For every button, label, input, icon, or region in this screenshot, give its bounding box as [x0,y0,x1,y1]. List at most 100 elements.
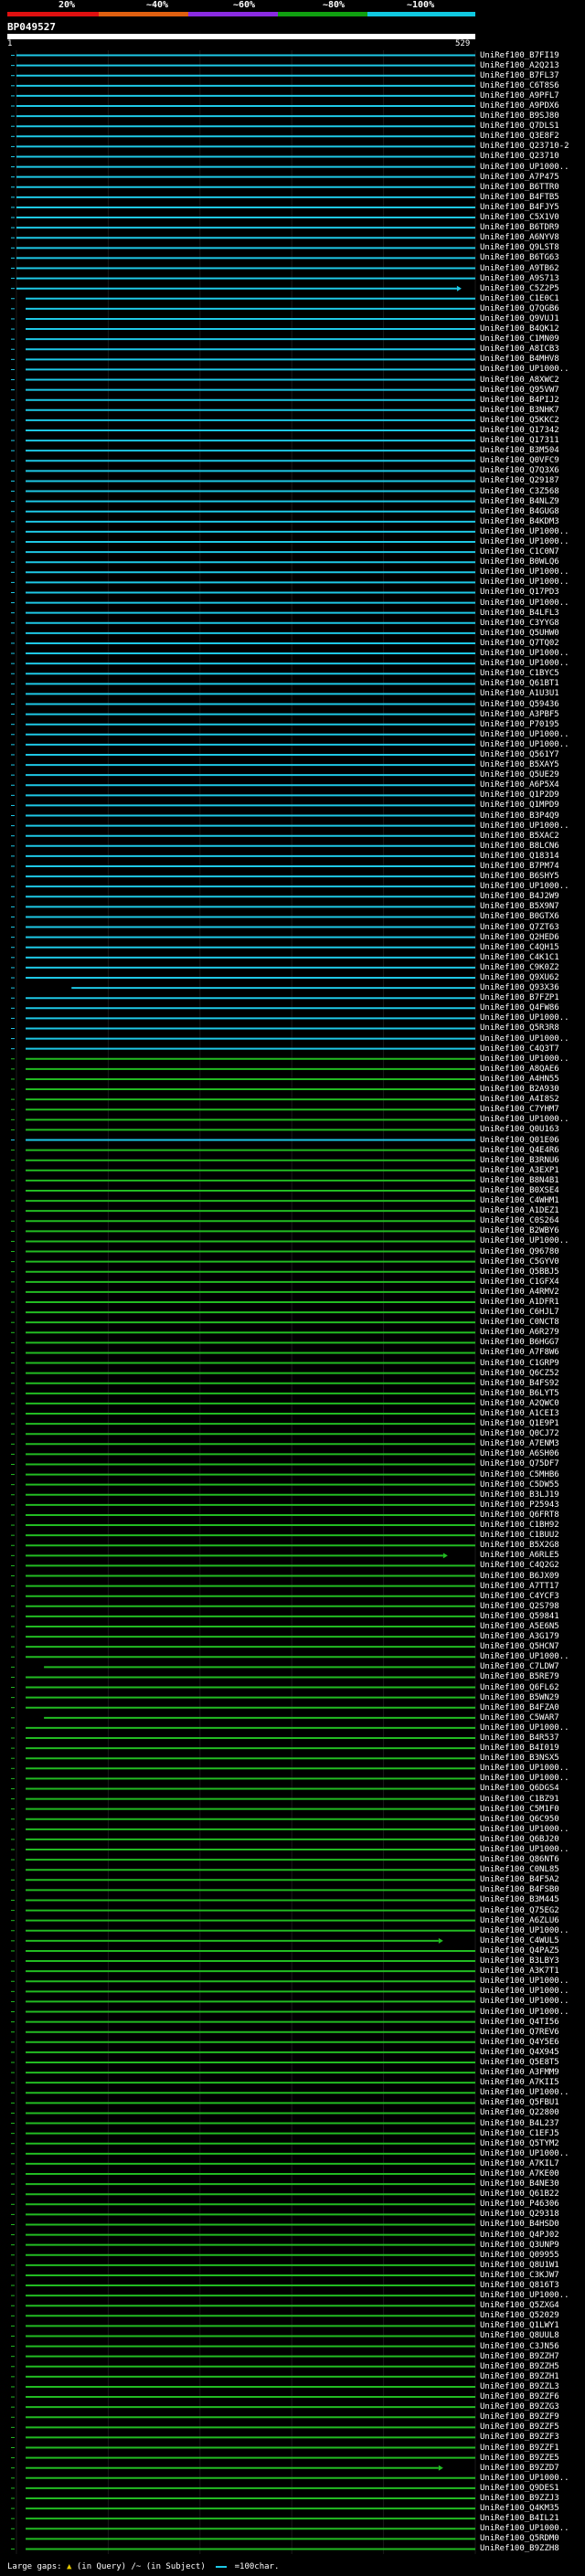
hit-label-link[interactable]: UniRef100_B6JX09 [480,1572,559,1581]
hit-label-link[interactable]: UniRef100_B5XAC2 [480,832,559,841]
hit-label-link[interactable]: UniRef100_A1U3U1 [480,689,559,698]
hit-label-link[interactable]: UniRef100_C4Q2G2 [480,1561,559,1570]
hit-label-link[interactable]: UniRef100_B7FI19 [480,51,559,60]
hit-label-link[interactable]: UniRef100_B9ZZF9 [480,2412,559,2422]
hit-label-link[interactable]: UniRef100_C4YCF3 [480,1592,559,1601]
hit-label-link[interactable]: UniRef100_Q2HED6 [480,933,559,942]
hit-label-link[interactable]: UniRef100_B4R537 [480,1733,559,1743]
hit-label-link[interactable]: UniRef100_C9K0Z2 [480,963,559,972]
hit-label-link[interactable]: UniRef100_B4HSD0 [480,2220,559,2229]
hit-label-link[interactable]: UniRef100_C5WAR7 [480,1713,559,1723]
hit-label-link[interactable]: UniRef100_UP1000.. [480,2008,569,2017]
hit-label-link[interactable]: UniRef100_UP1000.. [480,1987,569,1996]
hit-label-link[interactable]: UniRef100_B9ZZG3 [480,2402,559,2412]
hit-label-link[interactable]: UniRef100_B9ZZJ3 [480,2494,559,2503]
hit-label-link[interactable]: UniRef100_A8XWC2 [480,376,559,385]
hit-label-link[interactable]: UniRef100_UP1000.. [480,1723,569,1733]
hit-label-link[interactable]: UniRef100_Q5KKC2 [480,416,559,425]
hit-label-link[interactable]: UniRef100_UP1000.. [480,740,569,749]
hit-label-link[interactable]: UniRef100_A9S713 [480,274,559,283]
hit-label-link[interactable]: UniRef100_A7KII5 [480,2078,559,2087]
hit-label-link[interactable]: UniRef100_C1MN09 [480,334,559,344]
hit-label-link[interactable]: UniRef100_B4NLZ9 [480,497,559,506]
hit-label-link[interactable]: UniRef100_Q4Y5E6 [480,2038,559,2047]
hit-label-link[interactable]: UniRef100_Q7ZT63 [480,923,559,932]
hit-label-link[interactable]: UniRef100_Q0CJ72 [480,1429,559,1438]
hit-label-link[interactable]: UniRef100_P70195 [480,720,559,729]
hit-label-link[interactable]: UniRef100_Q1LWY1 [480,2321,559,2330]
hit-label-link[interactable]: UniRef100_B6SHY5 [480,872,559,881]
hit-label-link[interactable]: UniRef100_Q23710-2 [480,142,569,151]
hit-label-link[interactable]: UniRef100_Q09955 [480,2251,559,2260]
hit-label-link[interactable]: UniRef100_UP1000.. [480,1774,569,1783]
hit-label-link[interactable]: UniRef100_UP1000.. [480,2474,569,2483]
hit-label-link[interactable]: UniRef100_B4FS92 [480,1379,559,1388]
hit-label-link[interactable]: UniRef100_Q5E8T5 [480,2058,559,2067]
hit-label-link[interactable]: UniRef100_Q6C950 [480,1815,559,1824]
hit-label-link[interactable]: UniRef100_Q8UUL8 [480,2331,559,2340]
hit-label-link[interactable]: UniRef100_Q6BJ20 [480,1835,559,1844]
hit-label-link[interactable]: UniRef100_C0NL85 [480,1865,559,1874]
hit-label-link[interactable]: UniRef100_C5GYV0 [480,1257,559,1267]
hit-label-link[interactable]: UniRef100_C1GFX4 [480,1277,559,1287]
hit-label-link[interactable]: UniRef100_Q75DF7 [480,1459,559,1468]
hit-label-link[interactable]: UniRef100_Q4PJ02 [480,2231,559,2240]
hit-label-link[interactable]: UniRef100_A6P5X4 [480,780,559,790]
hit-label-link[interactable]: UniRef100_B5X9N7 [480,902,559,911]
hit-label-link[interactable]: UniRef100_Q9XU62 [480,973,559,982]
hit-label-link[interactable]: UniRef100_Q1E9P1 [480,1419,559,1428]
hit-label-link[interactable]: UniRef100_B3LBY3 [480,1956,559,1966]
hit-label-link[interactable]: UniRef100_A4HN55 [480,1075,559,1084]
hit-label-link[interactable]: UniRef100_A9PFL7 [480,91,559,101]
hit-label-link[interactable]: UniRef100_B4MHV8 [480,355,559,364]
hit-label-link[interactable]: UniRef100_B9ZZH5 [480,2362,559,2371]
hit-label-link[interactable]: UniRef100_Q7QGB6 [480,304,559,313]
hit-label-link[interactable]: UniRef100_B4L237 [480,2119,559,2128]
hit-label-link[interactable]: UniRef100_Q93X36 [480,983,559,992]
hit-label-link[interactable]: UniRef100_UP1000.. [480,1845,569,1854]
hit-label-link[interactable]: UniRef100_B5RE79 [480,1672,559,1681]
hit-label-link[interactable]: UniRef100_B4J2W9 [480,892,559,901]
hit-label-link[interactable]: UniRef100_C1BZ91 [480,1795,559,1804]
hit-label-link[interactable]: UniRef100_B4IL21 [480,2514,559,2523]
hit-label-link[interactable]: UniRef100_B7FZP1 [480,993,559,1002]
hit-label-link[interactable]: UniRef100_Q23710 [480,152,559,161]
hit-label-link[interactable]: UniRef100_Q17311 [480,436,559,445]
hit-label-link[interactable]: UniRef100_A1DEZ1 [480,1206,559,1215]
hit-label-link[interactable]: UniRef100_B3P4Q9 [480,811,559,821]
hit-label-link[interactable]: UniRef100_B3NSX5 [480,1754,559,1763]
hit-label-link[interactable]: UniRef100_C5M1F0 [480,1805,559,1814]
hit-label-link[interactable]: UniRef100_Q9VUJ1 [480,314,559,323]
hit-label-link[interactable]: UniRef100_C4WHM1 [480,1196,559,1205]
hit-label-link[interactable]: UniRef100_C4Q3T7 [480,1044,559,1054]
hit-label-link[interactable]: UniRef100_A5E6N5 [480,1622,559,1631]
hit-label-link[interactable]: UniRef100_C4K1C1 [480,953,559,962]
hit-label-link[interactable]: UniRef100_A8QAE6 [480,1065,559,1074]
hit-label-link[interactable]: UniRef100_UP1000.. [480,163,569,172]
hit-label-link[interactable]: UniRef100_A7TT17 [480,1582,559,1591]
hit-label-link[interactable]: UniRef100_UP1000.. [480,527,569,536]
hit-label-link[interactable]: UniRef100_C1BH92 [480,1521,559,1530]
hit-label-link[interactable]: UniRef100_Q9DES1 [480,2484,559,2493]
hit-label-link[interactable]: UniRef100_B6TTR0 [480,183,559,192]
hit-label-link[interactable]: UniRef100_B6LYT5 [480,1389,559,1398]
hit-label-link[interactable]: UniRef100_C1C0N7 [480,547,559,557]
hit-label-link[interactable]: UniRef100_UP1000.. [480,882,569,891]
hit-label-link[interactable]: UniRef100_B4F5A2 [480,1875,559,1884]
hit-label-link[interactable]: UniRef100_Q7Q3X6 [480,466,559,475]
hit-label-link[interactable]: UniRef100_Q561Y7 [480,750,559,759]
hit-label-link[interactable]: UniRef100_A6NYV8 [480,233,559,242]
hit-label-link[interactable]: UniRef100_UP1000.. [480,1825,569,1834]
hit-label-link[interactable]: UniRef100_C4WUL5 [480,1936,559,1945]
hit-label-link[interactable]: UniRef100_A4RMV2 [480,1288,559,1297]
hit-label-link[interactable]: UniRef100_A6SH06 [480,1449,559,1458]
hit-label-link[interactable]: UniRef100_Q0U163 [480,1125,559,1134]
hit-label-link[interactable]: UniRef100_UP1000.. [480,1034,569,1044]
hit-label-link[interactable]: UniRef100_UP1000.. [480,2524,569,2533]
hit-label-link[interactable]: UniRef100_Q52029 [480,2311,559,2320]
hit-label-link[interactable]: UniRef100_B4PIJ2 [480,396,559,405]
hit-label-link[interactable]: UniRef100_B7FL37 [480,71,559,80]
hit-label-link[interactable]: UniRef100_Q5BBJ5 [480,1267,559,1277]
hit-label-link[interactable]: UniRef100_Q86NT6 [480,1855,559,1864]
hit-label-link[interactable]: UniRef100_UP1000.. [480,365,569,374]
